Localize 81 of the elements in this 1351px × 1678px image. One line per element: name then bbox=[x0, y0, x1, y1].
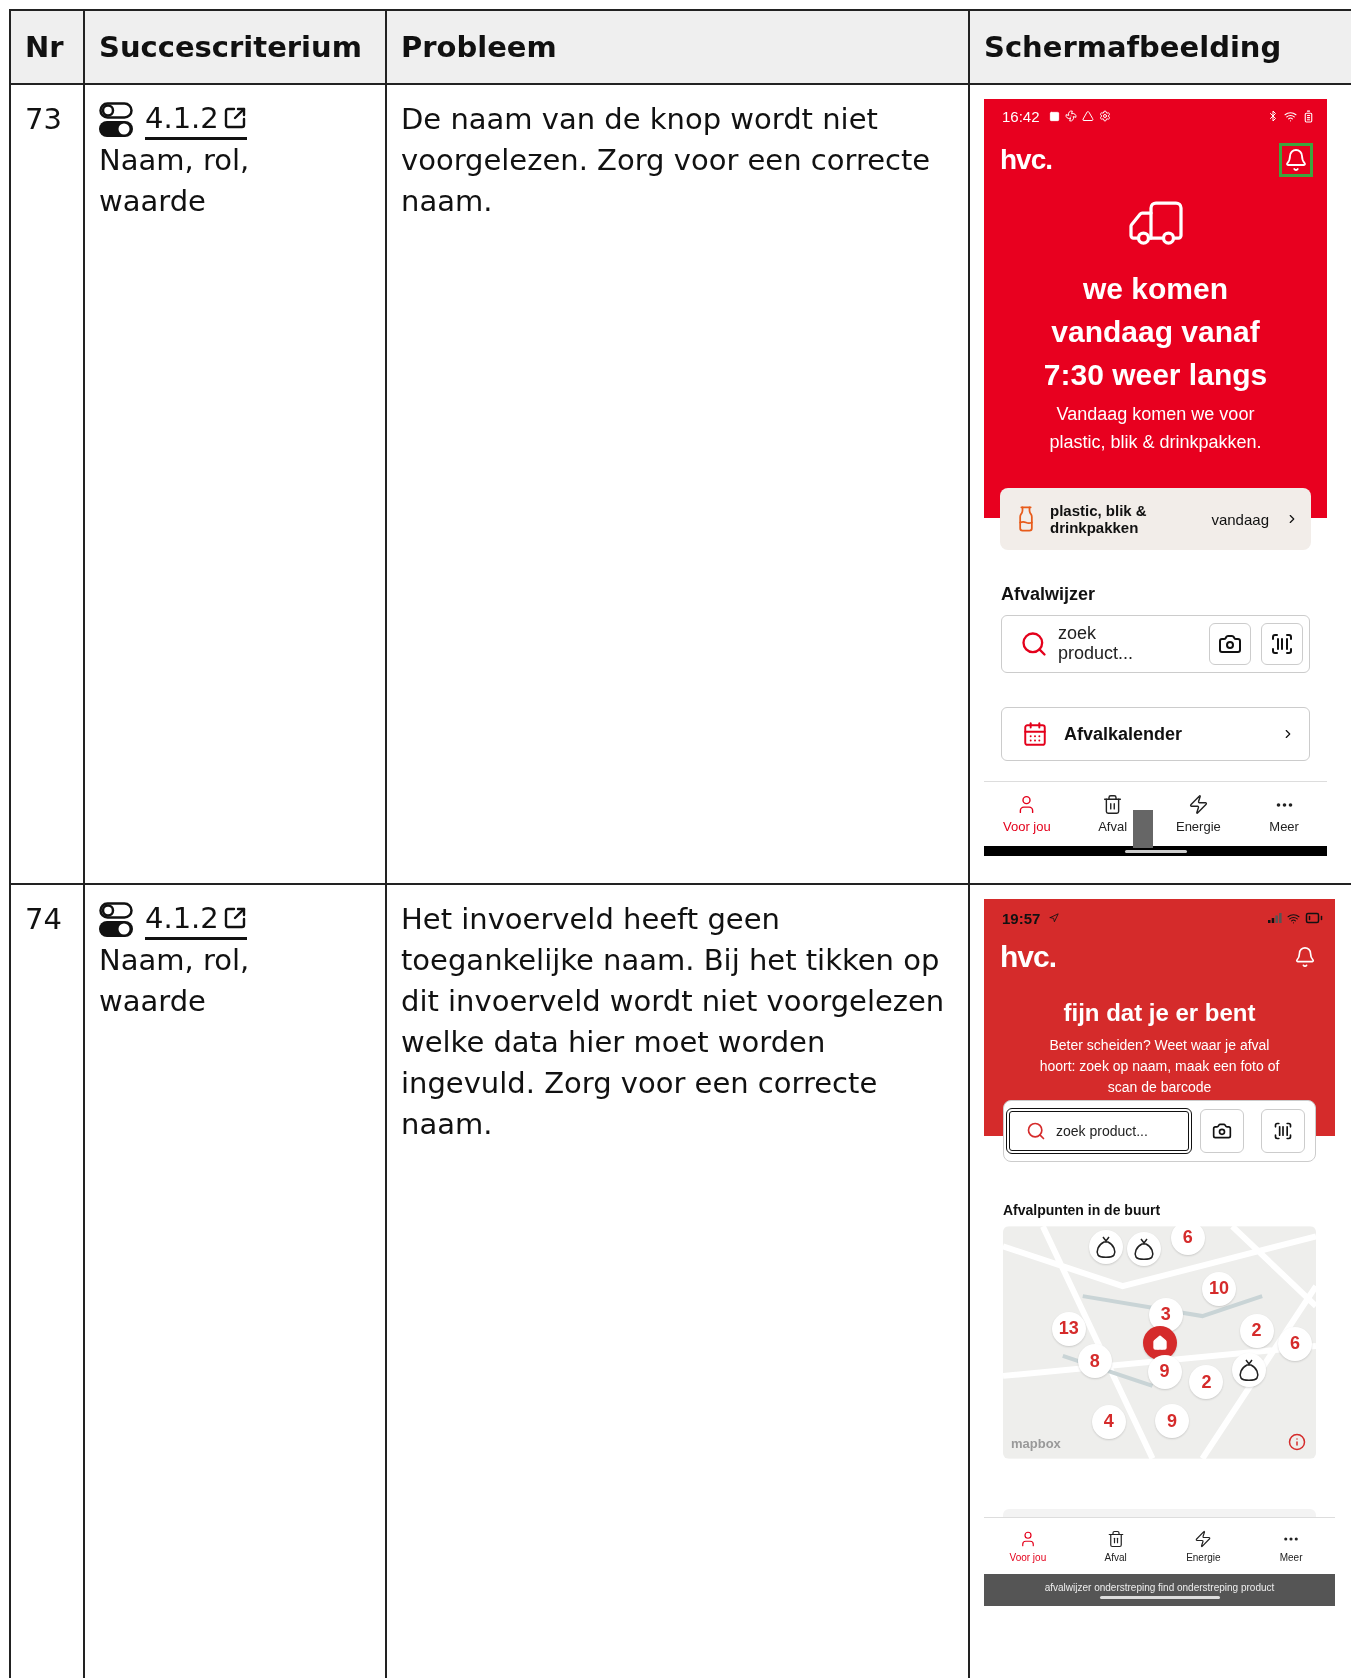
section-title: Afvalwijzer bbox=[1001, 584, 1097, 605]
bag-icon bbox=[1132, 1237, 1155, 1262]
barcode-icon bbox=[1273, 1121, 1293, 1141]
criterion-name: Naam, rol, waarde bbox=[99, 942, 251, 1020]
search-bar[interactable]: zoek product... bbox=[1006, 1108, 1192, 1154]
headline: we komen vandaag vanaf 7:30 weer langs bbox=[1042, 271, 1269, 393]
accessibility-caption: afvalwijzer onderstreping find onderstreping product bbox=[1044, 1581, 1275, 1593]
map-attribution: mapbox bbox=[1011, 1436, 1061, 1451]
nav-tab[interactable]: Meer bbox=[1247, 1518, 1335, 1574]
nav-tab[interactable]: Meer bbox=[1241, 782, 1327, 846]
nav-tab[interactable]: Voor jou bbox=[984, 782, 1070, 846]
pickup-card[interactable]: plastic, blik & drinkpakken vandaag bbox=[1000, 488, 1311, 550]
wifi-icon bbox=[1287, 911, 1300, 925]
external-link-icon bbox=[222, 906, 247, 930]
search-icon bbox=[1020, 630, 1048, 658]
status-time: 16:42 bbox=[1002, 107, 1040, 125]
toggle-icon bbox=[99, 901, 133, 938]
lightning-icon bbox=[1187, 794, 1209, 815]
waste-type: plastic, blik & drinkpakken bbox=[1050, 502, 1148, 536]
calendar-icon bbox=[1022, 721, 1048, 747]
external-link-icon bbox=[222, 106, 247, 130]
nav-tab[interactable]: Voor jou bbox=[984, 1518, 1072, 1574]
pickup-day: vandaag bbox=[1211, 510, 1269, 528]
location-arrow-icon bbox=[1049, 913, 1060, 923]
nav-tab[interactable]: Afval bbox=[1071, 1518, 1160, 1574]
subtitle: Beter scheiden? Weet waar je afval hoort: zoek op naam, maak een foto of scan de barcode bbox=[1038, 1036, 1281, 1097]
nav-tab[interactable]: Afval bbox=[1069, 782, 1156, 846]
column-header: Succescriterium bbox=[84, 10, 386, 84]
battery-icon bbox=[1302, 109, 1315, 123]
search-icon bbox=[1026, 1121, 1046, 1141]
row-number: 74 bbox=[25, 901, 63, 938]
criterion-link[interactable]: 4.1.2 bbox=[145, 899, 247, 940]
headline: fijn dat je er bent bbox=[1062, 998, 1257, 1028]
settings-icon bbox=[1098, 110, 1111, 122]
criterion-name: Naam, rol, waarde bbox=[99, 142, 251, 220]
barcode-button[interactable] bbox=[1261, 1109, 1305, 1153]
app-logo: hvc. bbox=[1000, 144, 1053, 176]
notification-icon bbox=[1048, 110, 1060, 122]
search-input[interactable]: zoek product... bbox=[1058, 623, 1154, 665]
home-indicator[interactable] bbox=[1124, 849, 1187, 853]
more-icon bbox=[1275, 802, 1293, 807]
barcode-button[interactable] bbox=[1261, 623, 1303, 665]
criterion-link[interactable]: 4.1.2 bbox=[145, 99, 247, 140]
camera-button[interactable] bbox=[1200, 1109, 1244, 1153]
more-icon bbox=[1284, 1536, 1299, 1541]
bell-icon bbox=[1284, 148, 1308, 172]
search-input[interactable]: zoek product... bbox=[1056, 1123, 1176, 1139]
problem-description: De naam van de knop wordt niet voorgelezen. Zorg voor een correcte naam. bbox=[401, 101, 932, 220]
column-header: Nr bbox=[10, 10, 84, 84]
column-header: Probleem bbox=[386, 10, 969, 84]
nav-tab[interactable]: Energie bbox=[1155, 782, 1242, 846]
trash-icon bbox=[1102, 794, 1124, 815]
notifications-button[interactable] bbox=[1279, 143, 1313, 177]
problem-description: Het invoerveld heeft geen toegankelijke naam. Bij het tikken op dit invoerveld wordt niet voorgelezen welke data hier moet worden ingevuld. Zorg voor een correcte naam. bbox=[401, 901, 946, 1143]
trash-icon bbox=[1106, 1529, 1125, 1548]
subtitle: Vandaag komen we voor plastic, blik & drinkpakken. bbox=[1048, 403, 1263, 454]
barcode-icon bbox=[1270, 632, 1294, 656]
section-title: Afvalpunten in de buurt bbox=[1003, 1202, 1162, 1218]
signal-icon bbox=[1268, 913, 1282, 923]
app-logo: hvc. bbox=[1000, 940, 1057, 974]
toggle-icon bbox=[99, 101, 133, 138]
camera-button[interactable] bbox=[1209, 623, 1251, 665]
bell-icon bbox=[1294, 946, 1316, 968]
lightning-icon bbox=[1194, 1529, 1213, 1548]
info-icon[interactable] bbox=[1288, 1433, 1306, 1451]
camera-icon bbox=[1218, 632, 1242, 656]
bluetooth-icon bbox=[1267, 110, 1279, 122]
bag-icon bbox=[1237, 1358, 1260, 1383]
camera-icon bbox=[1212, 1121, 1232, 1141]
status-time: 19:57 bbox=[1002, 909, 1041, 927]
fan-icon bbox=[1064, 110, 1077, 122]
column-header: Schermafbeelding bbox=[969, 10, 1351, 84]
triangle-icon bbox=[1081, 110, 1094, 122]
house-icon bbox=[1151, 1334, 1168, 1351]
nav-tab[interactable]: Energie bbox=[1159, 1518, 1248, 1574]
overlay-marker bbox=[1133, 810, 1153, 848]
row-number: 73 bbox=[25, 101, 63, 138]
home-indicator[interactable] bbox=[1099, 1595, 1220, 1599]
wifi-icon bbox=[1284, 109, 1297, 123]
calendar-link[interactable]: Afvalkalender bbox=[1001, 707, 1310, 761]
bag-icon bbox=[1095, 1234, 1118, 1259]
